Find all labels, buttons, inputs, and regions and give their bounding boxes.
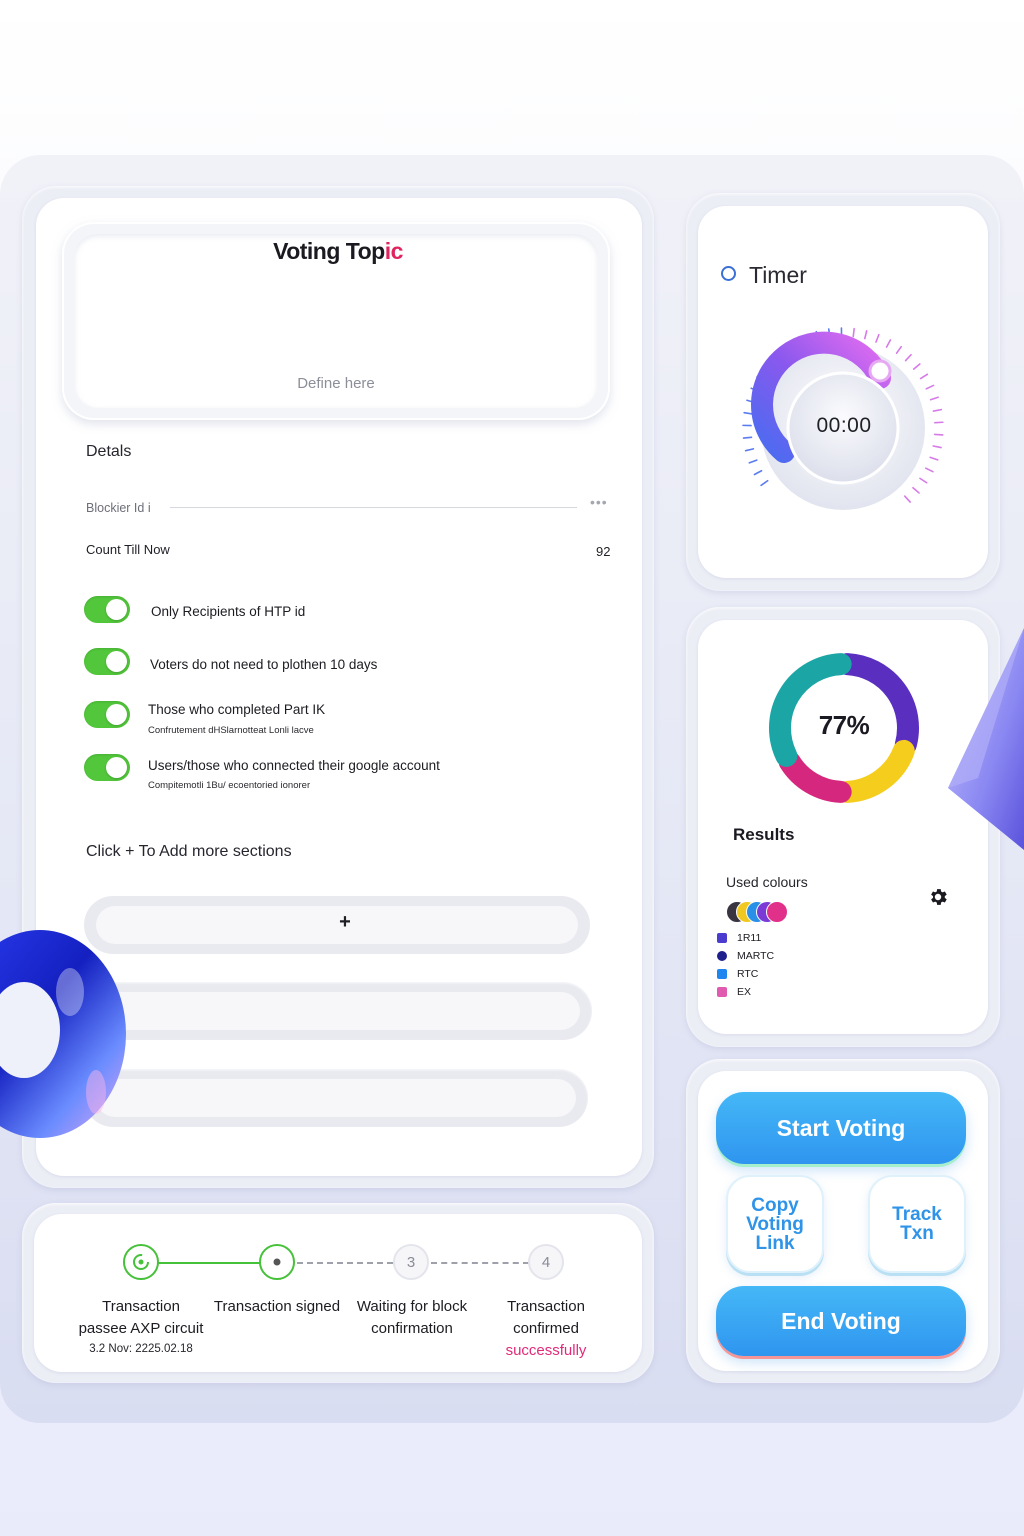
step-connector bbox=[431, 1262, 529, 1264]
count-label: Count Till Now bbox=[86, 542, 170, 557]
count-value: 92 bbox=[596, 544, 611, 559]
track-txn-button[interactable]: Track Txn bbox=[868, 1175, 966, 1273]
results-percent: 77% bbox=[818, 710, 870, 740]
legend-item: EX bbox=[717, 986, 751, 998]
toggle-htp-recipients[interactable] bbox=[84, 596, 130, 623]
toggle-google-account[interactable] bbox=[84, 754, 130, 781]
topic-title: Voting Topic bbox=[273, 238, 403, 264]
option-label: Only Recipients of HTP id bbox=[151, 604, 306, 619]
step-pending-icon: 4 bbox=[528, 1244, 564, 1280]
option-label: Those who completed Part IK bbox=[148, 702, 326, 717]
legend-item: MARTC bbox=[717, 950, 774, 962]
toggle-plothen[interactable] bbox=[84, 648, 130, 675]
step-pending-icon: 3 bbox=[393, 1244, 429, 1280]
timer-status-icon bbox=[721, 266, 736, 281]
step-current-icon bbox=[259, 1244, 295, 1280]
option-label: Users/those who connected their google a… bbox=[148, 758, 440, 773]
copy-voting-link-button[interactable]: Copy Voting Link bbox=[726, 1175, 824, 1273]
results-title: Results bbox=[733, 825, 795, 844]
add-section-hint: Click + To Add more sections bbox=[86, 843, 292, 860]
step-complete-icon bbox=[123, 1244, 159, 1280]
section-slot[interactable] bbox=[84, 1069, 588, 1127]
legend-item: RTC bbox=[717, 968, 758, 980]
used-colours-label: Used colours bbox=[726, 874, 808, 890]
more-options-icon[interactable]: ••• bbox=[590, 494, 608, 510]
decorative-prism bbox=[948, 628, 1024, 850]
step-label: Waiting for block confirmation bbox=[356, 1298, 468, 1337]
legend-item: 1R11 bbox=[717, 932, 761, 944]
toggle-part-ik[interactable] bbox=[84, 701, 130, 728]
option-sublabel: Compitemotli 1Bu/ ecoentoried ionorer bbox=[148, 780, 311, 791]
gear-icon[interactable] bbox=[927, 886, 949, 908]
colour-swatches[interactable] bbox=[726, 901, 788, 923]
topic-placeholder[interactable]: Define here bbox=[62, 375, 610, 392]
option-sublabel: Confrutement dHSlarnotteat Lonli lacve bbox=[148, 725, 314, 736]
end-voting-button[interactable]: End Voting bbox=[716, 1286, 966, 1356]
donut-segment bbox=[836, 739, 915, 803]
donut-segment bbox=[778, 750, 852, 803]
step-label: Transaction passee AXP circuit bbox=[78, 1298, 204, 1337]
timer-readout: 00:00 bbox=[816, 414, 872, 437]
decorative-ring bbox=[0, 930, 126, 1138]
start-voting-button[interactable]: Start Voting bbox=[716, 1092, 966, 1164]
option-label: Voters do not need to plothen 10 days bbox=[150, 657, 378, 672]
details-heading: Detals bbox=[86, 443, 132, 460]
step-date: 3.2 Nov: 2225.02.18 bbox=[89, 1343, 193, 1355]
step-label: Transaction confirmed successfully bbox=[505, 1298, 587, 1359]
blocker-id-field[interactable] bbox=[170, 507, 577, 508]
step-connector bbox=[297, 1262, 393, 1264]
blocker-id-label: Blockier Id i bbox=[86, 501, 151, 515]
section-slot[interactable] bbox=[84, 982, 592, 1040]
step-label: Transaction signed bbox=[213, 1298, 341, 1315]
timer-title: Timer bbox=[749, 262, 807, 288]
step-connector bbox=[158, 1262, 260, 1264]
